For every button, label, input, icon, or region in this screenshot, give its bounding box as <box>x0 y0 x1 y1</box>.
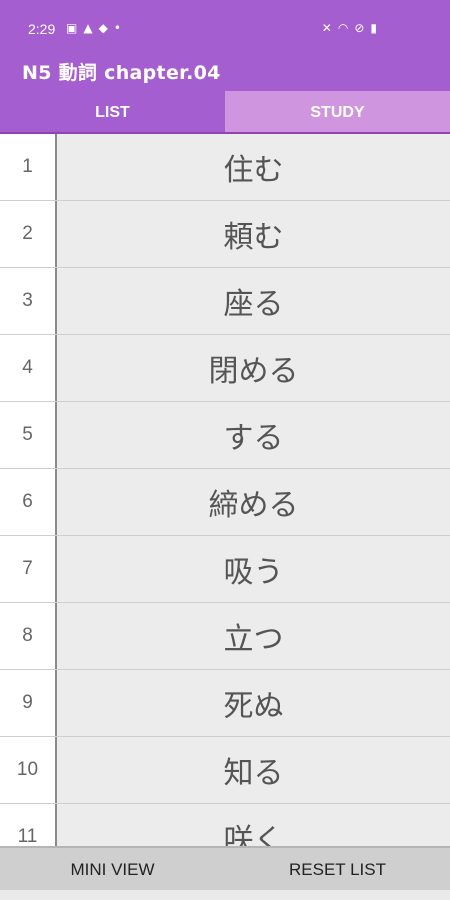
item-number: 4 <box>0 335 57 401</box>
list-item[interactable]: 11 咲く <box>0 804 450 846</box>
item-word: 座る <box>57 268 450 334</box>
mute-icon: ✕ <box>321 21 332 35</box>
list-item[interactable]: 1 住む <box>0 134 450 201</box>
list-item[interactable]: 3 座る <box>0 268 450 335</box>
word-list[interactable]: 1 住む 2 頼む 3 座る 4 閉める 5 する 6 締める 7 吸う 8 立… <box>0 134 450 846</box>
tab-study[interactable]: STUDY <box>225 91 450 134</box>
list-item[interactable]: 4 閉める <box>0 335 450 402</box>
battery-icon: ▮ <box>370 21 377 35</box>
app-bar: N5 動詞 chapter.04 <box>0 50 450 91</box>
dot-icon: • <box>113 21 121 35</box>
tab-bar: LIST STUDY <box>0 91 450 134</box>
reset-list-button[interactable]: RESET LIST <box>225 848 450 892</box>
blocked-icon: ⊘ <box>354 21 365 35</box>
mini-view-button[interactable]: MINI VIEW <box>0 848 225 892</box>
list-item[interactable]: 5 する <box>0 402 450 469</box>
item-word: する <box>57 402 450 468</box>
list-item[interactable]: 6 締める <box>0 469 450 536</box>
item-word: 締める <box>57 469 450 535</box>
status-icons-left: ▣ ▲ ◆ • <box>66 21 121 35</box>
item-number: 6 <box>0 469 57 535</box>
item-word: 頼む <box>57 201 450 267</box>
bottom-bar: MINI VIEW RESET LIST <box>0 846 450 892</box>
item-word: 咲く <box>57 804 450 846</box>
list-item[interactable]: 8 立つ <box>0 603 450 670</box>
item-number: 3 <box>0 268 57 334</box>
status-bar: 2:29 ▣ ▲ ◆ • ✕ ◠ ⊘ ▮ <box>0 0 450 50</box>
item-number: 5 <box>0 402 57 468</box>
item-number: 7 <box>0 536 57 602</box>
item-number: 10 <box>0 737 57 803</box>
list-item[interactable]: 7 吸う <box>0 536 450 603</box>
item-number: 11 <box>0 804 57 846</box>
item-number: 1 <box>0 134 57 200</box>
wifi-icon: ◠ <box>337 21 349 35</box>
item-word: 死ぬ <box>57 670 450 736</box>
bag-icon: ◆ <box>98 21 108 35</box>
warning-icon: ▲ <box>83 21 93 35</box>
item-word: 知る <box>57 737 450 803</box>
image-icon: ▣ <box>66 21 78 35</box>
item-word: 閉める <box>57 335 450 401</box>
list-item[interactable]: 2 頼む <box>0 201 450 268</box>
item-number: 8 <box>0 603 57 669</box>
list-item[interactable]: 9 死ぬ <box>0 670 450 737</box>
tab-list[interactable]: LIST <box>0 91 225 134</box>
item-word: 立つ <box>57 603 450 669</box>
item-word: 吸う <box>57 536 450 602</box>
status-time: 2:29 <box>28 21 56 37</box>
item-number: 2 <box>0 201 57 267</box>
navigation-strip <box>0 890 450 900</box>
app-title: N5 動詞 chapter.04 <box>22 62 221 84</box>
item-number: 9 <box>0 670 57 736</box>
status-icons-right: ✕ ◠ ⊘ ▮ <box>322 21 377 35</box>
item-word: 住む <box>57 134 450 200</box>
list-item[interactable]: 10 知る <box>0 737 450 804</box>
